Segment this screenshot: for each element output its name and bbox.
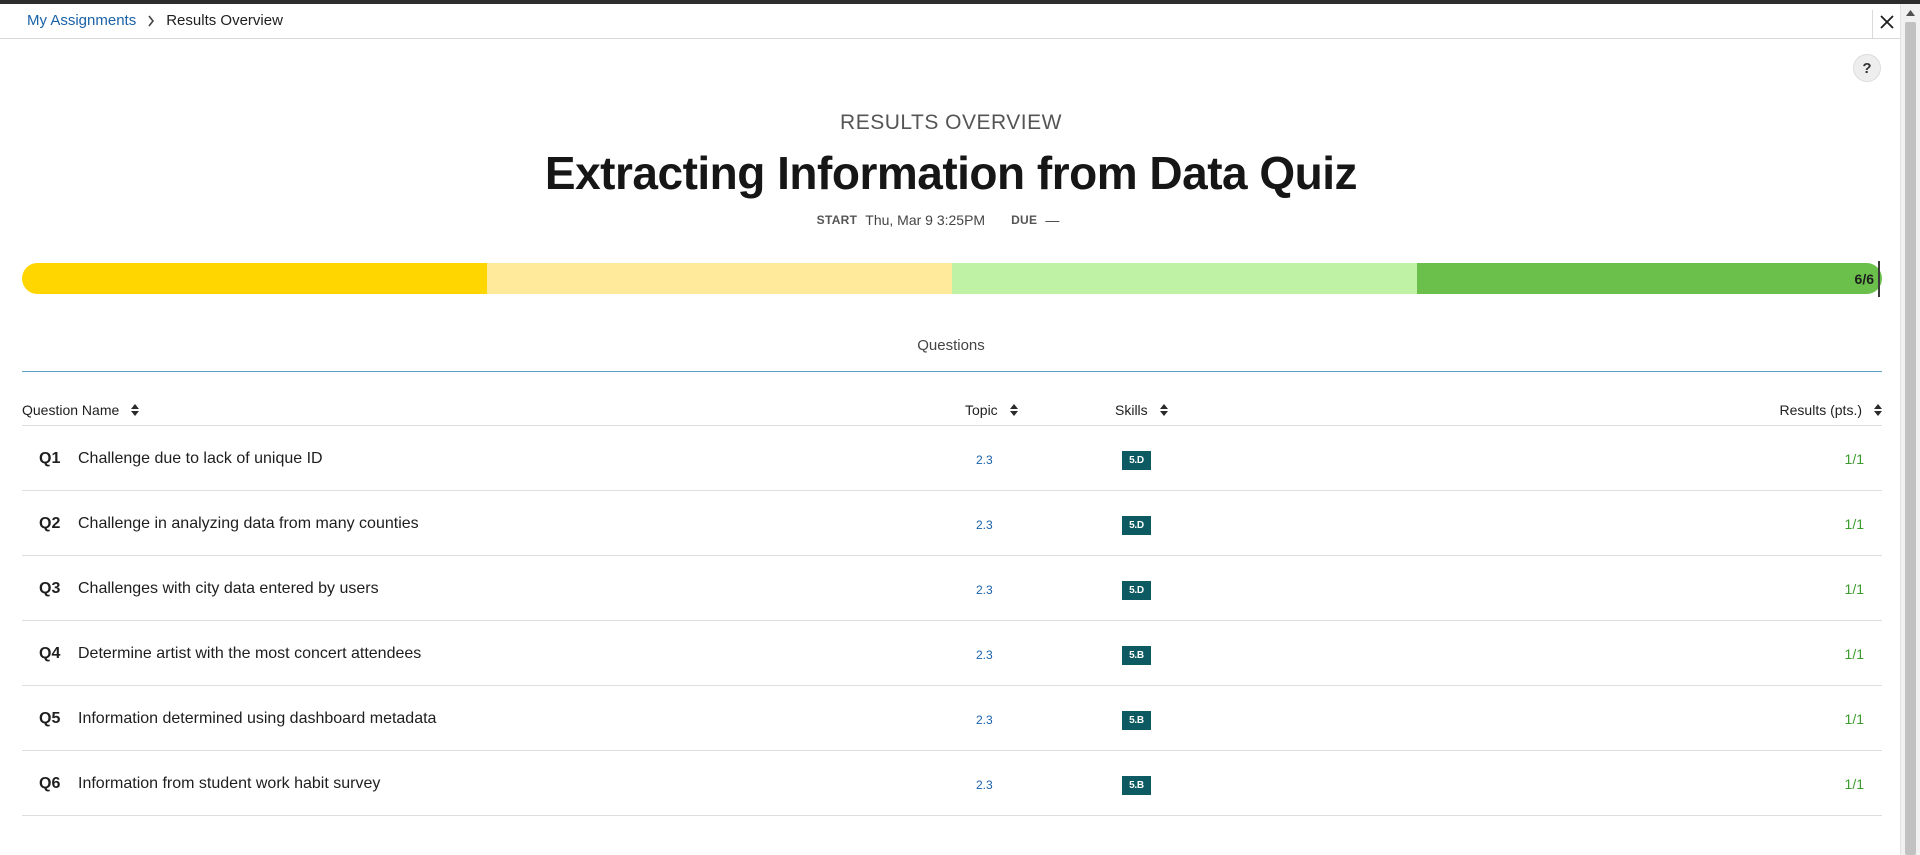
- questions-table: Question Name Topic Skills Results (pts.…: [22, 392, 1882, 816]
- start-label: START: [816, 213, 858, 227]
- question-number: Q4: [39, 645, 61, 662]
- scrollbar-thumb[interactable]: [1905, 22, 1916, 855]
- question-topic-link[interactable]: 2.3: [976, 713, 993, 727]
- question-name[interactable]: Information determined using dashboard m…: [78, 710, 436, 728]
- question-result: 1/1: [1844, 776, 1864, 792]
- column-header-results[interactable]: Results (pts.): [1780, 402, 1882, 418]
- question-number: Q6: [39, 775, 61, 792]
- arrow-up-icon[interactable]: [1901, 4, 1920, 22]
- sort-icon[interactable]: [1874, 404, 1882, 416]
- sort-icon[interactable]: [1009, 404, 1018, 416]
- column-header-topic[interactable]: Topic: [965, 402, 1018, 418]
- skill-badge: 5.B: [1122, 776, 1151, 795]
- breadcrumb: My Assignments Results Overview: [27, 12, 283, 29]
- skill-badge: 5.D: [1122, 451, 1151, 470]
- question-result: 1/1: [1844, 646, 1864, 662]
- close-icon: [1879, 14, 1894, 34]
- table-row[interactable]: Q1 Challenge due to lack of unique ID 2.…: [22, 426, 1882, 491]
- progress-segment: [1417, 263, 1882, 294]
- question-topic-link[interactable]: 2.3: [976, 648, 993, 662]
- question-name[interactable]: Determine artist with the most concert a…: [78, 645, 421, 663]
- help-button[interactable]: ?: [1853, 54, 1881, 82]
- question-name[interactable]: Challenges with city data entered by use…: [78, 580, 379, 598]
- question-name[interactable]: Challenge in analyzing data from many co…: [78, 515, 419, 533]
- column-header-skills[interactable]: Skills: [1115, 402, 1168, 418]
- skill-badge: 5.D: [1122, 581, 1151, 600]
- column-header-label: Question Name: [22, 402, 120, 418]
- question-number: Q5: [39, 710, 61, 727]
- question-result: 1/1: [1844, 711, 1864, 727]
- breadcrumb-bar: My Assignments Results Overview: [0, 4, 1900, 39]
- sort-icon[interactable]: [1159, 404, 1168, 416]
- question-number: Q1: [39, 450, 61, 467]
- question-name[interactable]: Challenge due to lack of unique ID: [78, 450, 323, 468]
- skill-badge: 5.D: [1122, 516, 1151, 535]
- start-value: Thu, Mar 9 3:25PM: [865, 212, 986, 228]
- table-row[interactable]: Q4 Determine artist with the most concer…: [22, 621, 1882, 686]
- assignment-dates: START Thu, Mar 9 3:25PM DUE —: [0, 212, 1902, 228]
- table-row[interactable]: Q5 Information determined using dashboar…: [22, 686, 1882, 751]
- question-name[interactable]: Information from student work habit surv…: [78, 775, 380, 793]
- question-topic-link[interactable]: 2.3: [976, 453, 993, 467]
- question-topic-link[interactable]: 2.3: [976, 778, 993, 792]
- question-number: Q3: [39, 580, 61, 597]
- column-header-label: Skills: [1115, 402, 1148, 418]
- score-progress-bar: [22, 263, 1882, 294]
- question-number: Q2: [39, 515, 61, 532]
- question-result: 1/1: [1844, 451, 1864, 467]
- table-row[interactable]: Q6 Information from student work habit s…: [22, 751, 1882, 816]
- progress-score-label: 6/6: [1854, 271, 1874, 287]
- question-result: 1/1: [1844, 581, 1864, 597]
- table-row[interactable]: Q3 Challenges with city data entered by …: [22, 556, 1882, 621]
- table-row[interactable]: Q2 Challenge in analyzing data from many…: [22, 491, 1882, 556]
- progress-segment: [952, 263, 1417, 294]
- question-result: 1/1: [1844, 516, 1864, 532]
- breadcrumb-current: Results Overview: [166, 12, 283, 29]
- skill-badge: 5.B: [1122, 646, 1151, 665]
- table-header: Question Name Topic Skills Results (pts.…: [22, 392, 1882, 426]
- page-overline: RESULTS OVERVIEW: [840, 111, 1062, 134]
- progress-segment: [22, 263, 487, 294]
- column-header-label: Results (pts.): [1779, 402, 1862, 418]
- question-topic-link[interactable]: 2.3: [976, 518, 993, 532]
- vertical-scrollbar[interactable]: [1900, 4, 1920, 855]
- page-title: Extracting Information from Data Quiz: [544, 147, 1358, 199]
- due-value: —: [1045, 212, 1060, 228]
- column-header-question-name[interactable]: Question Name: [22, 402, 140, 418]
- question-topic-link[interactable]: 2.3: [976, 583, 993, 597]
- progress-end-marker: [1878, 261, 1880, 297]
- sort-icon[interactable]: [131, 404, 140, 416]
- due-label: DUE: [1011, 213, 1038, 227]
- breadcrumb-link-my-assignments[interactable]: My Assignments: [27, 12, 136, 29]
- skill-badge: 5.B: [1122, 711, 1151, 730]
- tab-questions[interactable]: Questions: [0, 337, 1902, 354]
- chevron-right-icon: [136, 15, 166, 27]
- progress-segment: [487, 263, 952, 294]
- close-button[interactable]: [1872, 10, 1900, 38]
- tab-underline: [22, 371, 1882, 372]
- column-header-label: Topic: [965, 402, 998, 418]
